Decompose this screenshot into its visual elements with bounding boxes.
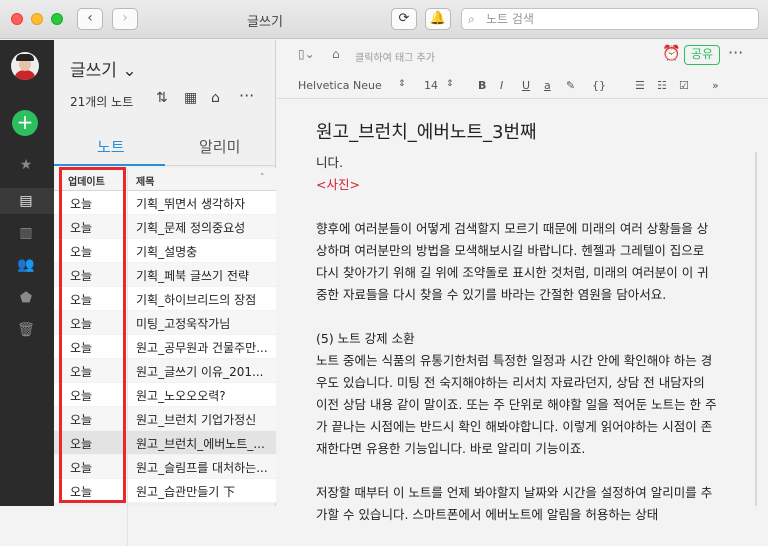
row-title: 기획_뛰면서 생각하자	[136, 197, 246, 211]
new-note-button[interactable]: +	[12, 110, 38, 136]
more-icon[interactable]: ···	[239, 86, 254, 105]
sync-button[interactable]: ⟳	[391, 8, 417, 30]
row-title: 미팅_고정욱작가님	[136, 317, 231, 331]
notifications-button[interactable]: 🔔	[425, 8, 451, 30]
row-title: 원고_슬림프를 대처하는...	[136, 461, 268, 475]
paragraph: 향후에 여러분들이 어떻게 검색할지 모르기 때문에 미래의 여러 상황들을 상…	[316, 221, 709, 302]
shortcuts-star-icon[interactable]: ★	[15, 155, 37, 175]
editor-panel: ▯⌄ ⌂ 클릭하여 태그 추가 ⏰ 공유 ··· Helvetica Neue …	[277, 40, 768, 522]
work-chat-icon[interactable]: 👥	[15, 255, 37, 275]
row-title: 원고_공무원과 건물주만...	[136, 341, 268, 355]
italic-button[interactable]: I	[500, 79, 503, 92]
row-title: 원고_브런치 기업가정신	[136, 413, 257, 427]
row-title: 원고_노오오오력?	[136, 389, 226, 403]
highlight-icon[interactable]: ✎	[566, 79, 575, 92]
row-title: 기획_문제 정의중요성	[136, 221, 246, 235]
row-title: 원고_글쓰기 이유_201...	[136, 365, 264, 379]
editor-scrollbar[interactable]	[755, 152, 757, 506]
notebook-select-icon[interactable]: ▯⌄	[298, 47, 315, 61]
numbered-list-icon[interactable]: ☷	[657, 79, 667, 92]
tab-reminders[interactable]: 알리미	[199, 136, 240, 157]
share-notebook-icon[interactable]: ⌂	[211, 90, 220, 106]
expand-toolbar-button[interactable]: »	[712, 79, 719, 92]
checkbox-icon[interactable]: ☑	[679, 79, 689, 92]
notes-icon[interactable]: ▤	[15, 191, 37, 211]
tag-input[interactable]: 클릭하여 태그 추가	[355, 49, 435, 64]
code-block-button[interactable]: {}	[592, 79, 606, 92]
sort-icon[interactable]: ⇅	[156, 90, 168, 106]
active-tab-indicator	[54, 164, 165, 166]
format-toolbar: Helvetica Neue ⇕ 14 ⇕ B I U a ✎ {} ☰ ☷ ☑…	[277, 73, 768, 99]
notebooks-icon[interactable]: ▥	[15, 223, 37, 243]
row-title: 원고_습관만들기 下	[136, 485, 236, 499]
tags-icon[interactable]: ⬟	[15, 288, 37, 308]
column-header-title[interactable]: 제목	[136, 173, 154, 188]
share-button[interactable]: 공유	[684, 45, 720, 65]
more-options-icon[interactable]: ···	[728, 43, 743, 62]
title-bar: ‹ › 글쓰기 ⟳ 🔔 ⌕ 노트 검색	[0, 0, 768, 39]
note-count: 21개의 노트	[70, 95, 134, 109]
bullet-list-icon[interactable]: ☰	[635, 79, 645, 92]
tab-notes[interactable]: 노트	[97, 136, 125, 157]
search-input[interactable]: ⌕ 노트 검색	[461, 8, 759, 30]
tag-icon: ⌂	[332, 47, 340, 61]
list-tabs: 노트 알리미	[54, 128, 276, 166]
photo-placeholder-text: <사진>	[316, 177, 360, 192]
paragraph: 노트 중에는 식품의 유통기한처럼 특정한 일정과 시간 안에 확인해야 하는 …	[316, 353, 717, 456]
highlight-box	[59, 167, 126, 503]
underline-button[interactable]: U	[522, 79, 530, 92]
reminder-alarm-icon[interactable]: ⏰	[662, 44, 681, 62]
font-select-arrow-icon[interactable]: ⇕	[398, 79, 406, 89]
search-icon: ⌕	[468, 12, 475, 26]
search-placeholder: 노트 검색	[486, 12, 534, 26]
row-title: 원고_브런치_에버노트_...	[136, 437, 265, 451]
bell-icon: 🔔	[429, 11, 447, 26]
paragraph: 니다.	[316, 155, 343, 170]
note-body[interactable]: 니다. <사진> 향후에 여러분들이 어떻게 검색할지 모르기 때문에 미래의 …	[316, 152, 718, 526]
column-divider	[127, 168, 128, 546]
note-title[interactable]: 원고_브런치_에버노트_3번째	[316, 118, 537, 144]
font-select[interactable]: Helvetica Neue	[298, 79, 382, 92]
sort-ascending-icon: ˄	[260, 173, 265, 183]
trash-icon[interactable]: 🗑	[15, 320, 37, 340]
view-options-icon[interactable]: ▦	[184, 90, 197, 106]
sync-icon: ⟳	[398, 11, 410, 26]
font-size-select[interactable]: 14	[424, 79, 438, 92]
sidebar: + ★ ▤ ▥ 👥 ⬟ 🗑	[0, 40, 54, 506]
bold-button[interactable]: B	[478, 79, 486, 92]
row-title: 기획_설명충	[136, 245, 198, 259]
avatar[interactable]	[11, 52, 39, 80]
row-title: 기획_페북 글쓰기 전략	[136, 269, 249, 283]
editor-topbar: ▯⌄ ⌂ 클릭하여 태그 추가 ⏰ 공유 ···	[277, 40, 768, 70]
paragraph: 저장할 때부터 이 노트를 언제 봐야할지 날짜와 시간을 설정하여 알리미를 …	[316, 485, 713, 522]
row-title: 기획_하이브리드의 장점	[136, 293, 257, 307]
section-heading: (5) 노트 강제 소환	[316, 331, 415, 346]
text-color-button[interactable]: a	[544, 79, 551, 92]
notebook-title[interactable]: 글쓰기 ⌄	[70, 56, 137, 81]
font-size-arrow-icon[interactable]: ⇕	[446, 79, 454, 89]
